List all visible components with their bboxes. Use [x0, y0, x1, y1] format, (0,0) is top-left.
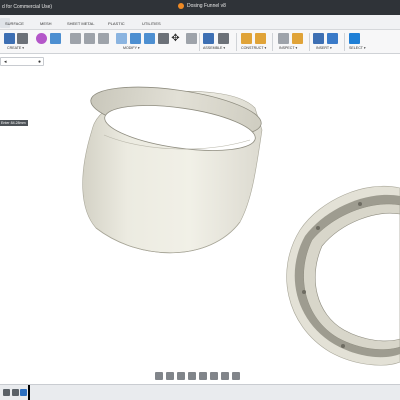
measure-icon[interactable]: [278, 33, 289, 44]
funnel-ring-flange[interactable]: [286, 185, 400, 366]
grid-settings-icon[interactable]: [221, 372, 229, 380]
timeline-feature-icon[interactable]: [20, 389, 27, 396]
fit-icon[interactable]: [199, 372, 207, 380]
sketch-icon[interactable]: [4, 33, 15, 44]
tab-plastic[interactable]: PLASTIC: [108, 21, 125, 26]
move-icon[interactable]: ✥: [170, 33, 181, 44]
timeline-play-icon[interactable]: [12, 389, 19, 396]
midplane-icon[interactable]: [255, 33, 266, 44]
group-create[interactable]: CREATE ▾: [7, 46, 24, 50]
group-assemble[interactable]: ASSEMBLE ▾: [203, 46, 225, 50]
joint-icon[interactable]: [218, 33, 229, 44]
bolt-hole: [302, 290, 306, 294]
bolt-hole: [358, 202, 362, 206]
timeline-marker[interactable]: [28, 385, 30, 400]
tab-mesh[interactable]: MESH: [40, 21, 52, 26]
fillet-icon[interactable]: [84, 33, 95, 44]
pan-icon[interactable]: [177, 372, 185, 380]
combine-icon[interactable]: [158, 33, 169, 44]
timeline-start-icon[interactable]: [3, 389, 10, 396]
timeline-bar: [0, 384, 400, 400]
split-icon[interactable]: [144, 33, 155, 44]
interference-icon[interactable]: [292, 33, 303, 44]
orbit-icon[interactable]: [155, 372, 163, 380]
extrude-icon[interactable]: [50, 33, 61, 44]
document-title: Dosing Funnel v8: [187, 3, 226, 9]
ribbon-separator: [236, 33, 237, 51]
press-pull-icon[interactable]: [130, 33, 141, 44]
shell-icon[interactable]: [116, 33, 127, 44]
offset-plane-icon[interactable]: [241, 33, 252, 44]
bolt-hole: [316, 226, 320, 230]
display-settings-icon[interactable]: [210, 372, 218, 380]
ribbon-separator: [309, 33, 310, 51]
viewports-icon[interactable]: [232, 372, 240, 380]
form-icon[interactable]: [36, 33, 47, 44]
align-icon[interactable]: [186, 33, 197, 44]
toolbar-ribbon: ✥ CREATE ▾ MODIFY ▾ ASSEMBLE ▾ CONSTRUCT…: [0, 30, 400, 54]
navigation-bar: [155, 370, 245, 382]
insert-icon[interactable]: [313, 33, 324, 44]
fusion-doc-icon: [178, 3, 184, 9]
tab-surface[interactable]: SURFACE: [5, 21, 24, 26]
tab-sheet-metal[interactable]: SHEET METAL: [67, 21, 94, 26]
finish-sketch-icon[interactable]: [17, 33, 28, 44]
workspace-tab-row: SURFACE MESH SHEET METAL PLASTIC UTILITI…: [0, 15, 400, 30]
title-bar: d for Commercial Use) Dosing Funnel v8: [0, 0, 400, 15]
ribbon-separator: [344, 33, 345, 51]
funnel-ring-body[interactable]: [82, 78, 265, 254]
zoom-icon[interactable]: [188, 372, 196, 380]
tab-utilities[interactable]: UTILITIES: [142, 21, 161, 26]
select-arrow-icon[interactable]: [349, 33, 360, 44]
bolt-hole: [341, 344, 345, 348]
canvas-viewport[interactable]: [0, 54, 400, 380]
ribbon-separator: [272, 33, 273, 51]
ribbon-separator: [199, 33, 200, 51]
decal-icon[interactable]: [327, 33, 338, 44]
group-inspect[interactable]: INSPECT ▾: [279, 46, 297, 50]
group-modify[interactable]: MODIFY ▾: [123, 46, 140, 50]
new-component-icon[interactable]: [203, 33, 214, 44]
group-insert[interactable]: INSERT ▾: [316, 46, 332, 50]
box-icon[interactable]: [70, 33, 81, 44]
group-select[interactable]: SELECT ▾: [349, 46, 366, 50]
document-tab[interactable]: Dosing Funnel v8: [178, 3, 226, 9]
look-at-icon[interactable]: [166, 372, 174, 380]
group-construct[interactable]: CONSTRUCT ▾: [241, 46, 266, 50]
chamfer-icon[interactable]: [98, 33, 109, 44]
app-title: d for Commercial Use): [2, 4, 53, 10]
